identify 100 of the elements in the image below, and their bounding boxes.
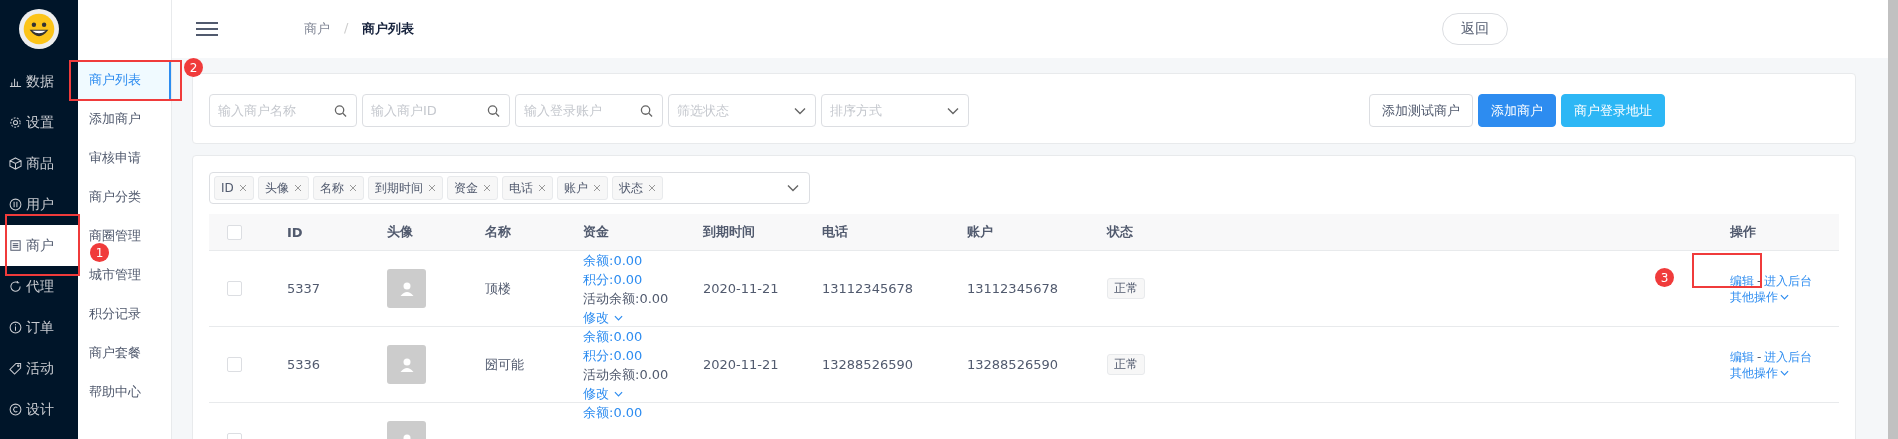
- column-tag[interactable]: 头像: [257, 176, 309, 200]
- breadcrumb-item: 商户列表: [362, 20, 415, 38]
- table-cell: 5336: [287, 357, 321, 372]
- submenu-item[interactable]: 商户分类: [78, 188, 171, 206]
- column-header: 资金: [583, 223, 609, 241]
- submenu-item[interactable]: 城市管理: [78, 266, 171, 284]
- cube-icon: [9, 157, 22, 170]
- submenu-item[interactable]: 审核申请: [78, 149, 171, 167]
- chevron-down-icon: [614, 314, 623, 321]
- smiley-logo-icon: [19, 9, 59, 49]
- table-cell: 13288526590: [822, 357, 913, 372]
- column-header: ID: [287, 224, 303, 240]
- tag-icon: [9, 362, 22, 375]
- more-actions-dropdown[interactable]: 其他操作: [1730, 364, 1789, 381]
- action-button[interactable]: 添加测试商户: [1369, 94, 1473, 127]
- close-icon[interactable]: [348, 184, 357, 192]
- chevron-down-icon: [1780, 293, 1789, 300]
- column-tag[interactable]: 电话: [501, 176, 553, 200]
- edit-link[interactable]: 编辑: [1730, 272, 1754, 289]
- column-header: 状态: [1107, 223, 1133, 241]
- table-cell: 圀可能: [485, 355, 524, 374]
- link-separator: -: [1757, 348, 1762, 365]
- column-header: 名称: [485, 223, 511, 241]
- nav-item[interactable]: 代理: [0, 266, 78, 307]
- refresh-icon: [9, 280, 22, 293]
- more-actions-dropdown[interactable]: 其他操作: [1730, 288, 1789, 305]
- submenu-item[interactable]: 添加商户: [78, 110, 171, 128]
- breadcrumb-separator: /: [344, 20, 349, 37]
- funds-text: 活动余额:0.00: [583, 290, 669, 308]
- column-tag[interactable]: 到期时间: [367, 176, 443, 200]
- funds-link[interactable]: 积分:0.00: [583, 346, 643, 365]
- link-separator: -: [1757, 272, 1762, 289]
- nav-item[interactable]: 用户: [0, 184, 78, 225]
- gear-icon: [9, 116, 22, 129]
- step-number-badge: 2: [184, 58, 203, 77]
- highlight-box: [1692, 253, 1762, 288]
- chevron-down-icon: [947, 106, 959, 115]
- column-tag[interactable]: ID: [214, 176, 254, 200]
- nav-item[interactable]: 设计: [0, 389, 78, 430]
- funds-link[interactable]: 余额:0.00: [583, 403, 643, 422]
- nav-item[interactable]: 订单: [0, 307, 78, 348]
- chevron-down-icon: [1780, 369, 1789, 376]
- close-icon[interactable]: [647, 184, 656, 192]
- nav-item[interactable]: 商户: [0, 225, 78, 266]
- funds-text: 活动余额:0.00: [583, 366, 669, 384]
- table-cell: 顶楼: [485, 279, 511, 298]
- column-header: 头像: [387, 223, 413, 241]
- nav-item[interactable]: 商品: [0, 143, 78, 184]
- menu-icon[interactable]: [195, 21, 219, 37]
- column-tag[interactable]: 状态: [611, 176, 663, 200]
- document-icon: [9, 239, 22, 252]
- column-header: 操作: [1730, 223, 1756, 241]
- close-icon[interactable]: [592, 184, 601, 192]
- copyright-icon: [9, 403, 22, 416]
- enter-backend-link[interactable]: 进入后台: [1764, 348, 1813, 365]
- back-button[interactable]: 返回: [1442, 13, 1508, 45]
- close-icon[interactable]: [537, 184, 546, 192]
- scrollbar[interactable]: [1888, 0, 1898, 439]
- search-icon: [487, 104, 500, 117]
- funds-link[interactable]: 余额:0.00: [583, 327, 643, 346]
- nav-item[interactable]: 数据: [0, 61, 78, 102]
- search-icon: [334, 104, 347, 117]
- table-cell: 13112345678: [967, 281, 1058, 296]
- table-cell: 13112345678: [822, 281, 913, 296]
- avatar-placeholder: [387, 269, 426, 308]
- submenu-item[interactable]: 商户套餐: [78, 344, 171, 362]
- column-tag[interactable]: 资金: [446, 176, 498, 200]
- status-badge: 正常: [1107, 278, 1145, 299]
- column-tag[interactable]: 账户: [556, 176, 608, 200]
- enter-backend-link[interactable]: 进入后台: [1764, 272, 1813, 289]
- chevron-down-icon: [794, 106, 806, 115]
- submenu-item[interactable]: 积分记录: [78, 305, 171, 323]
- avatar-placeholder: [387, 345, 426, 384]
- column-header: 账户: [967, 223, 993, 241]
- column-tag[interactable]: 名称: [312, 176, 364, 200]
- submenu-item[interactable]: 商圈管理: [78, 227, 171, 245]
- close-icon[interactable]: [427, 184, 436, 192]
- funds-link[interactable]: 余额:0.00: [583, 251, 643, 270]
- modify-dropdown[interactable]: 修改: [583, 308, 623, 327]
- table-cell: 2020-11-21: [703, 281, 779, 296]
- close-icon[interactable]: [482, 184, 491, 192]
- status-badge: 正常: [1107, 354, 1145, 375]
- column-header: 电话: [822, 223, 848, 241]
- table-cell: 2020-11-21: [703, 357, 779, 372]
- funds-link[interactable]: 积分:0.00: [583, 270, 643, 289]
- close-icon[interactable]: [293, 184, 302, 192]
- user-circle-icon: [9, 198, 22, 211]
- table-cell: 13288526590: [967, 357, 1058, 372]
- breadcrumb-item[interactable]: 商户: [304, 20, 330, 38]
- table-cell: 5337: [287, 281, 321, 296]
- edit-link[interactable]: 编辑: [1730, 348, 1754, 365]
- close-icon[interactable]: [238, 184, 247, 192]
- nav-item[interactable]: 设置: [0, 102, 78, 143]
- nav-item[interactable]: 活动: [0, 348, 78, 389]
- search-icon: [640, 104, 653, 117]
- submenu-item[interactable]: 帮助中心: [78, 383, 171, 401]
- column-header: 到期时间: [703, 223, 755, 241]
- info-icon: [9, 321, 22, 334]
- modify-dropdown[interactable]: 修改: [583, 384, 623, 403]
- column-select-field[interactable]: ID 头像 名称 到期时间 资金 电话 账户 状态: [209, 172, 810, 204]
